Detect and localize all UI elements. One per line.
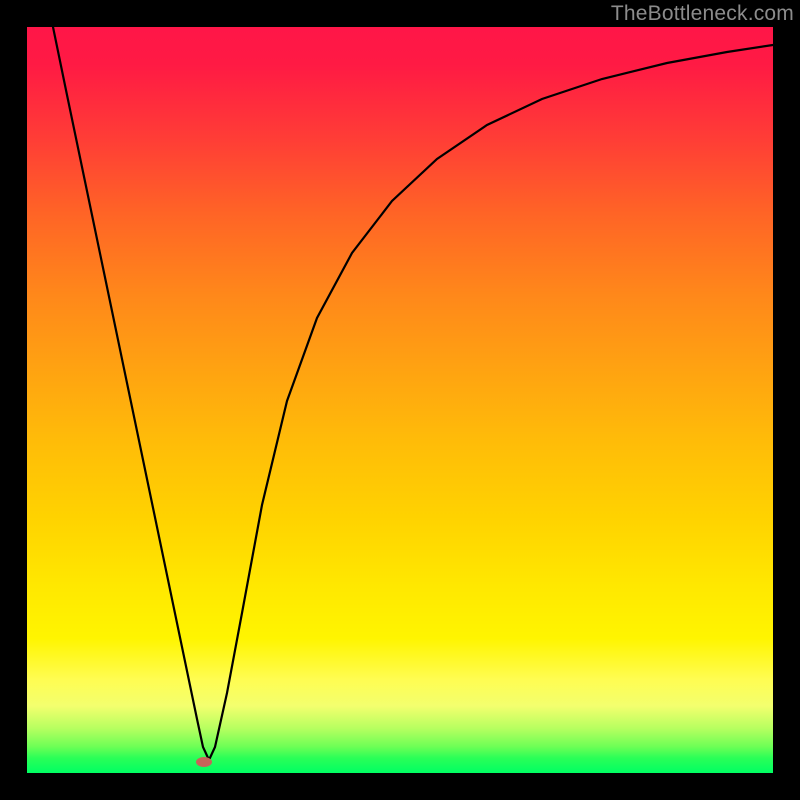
chart-svg (27, 27, 773, 773)
watermark-text: TheBottleneck.com (611, 2, 794, 26)
minimum-marker (196, 757, 212, 767)
bottleneck-curve (53, 27, 773, 760)
chart-frame (27, 27, 773, 773)
